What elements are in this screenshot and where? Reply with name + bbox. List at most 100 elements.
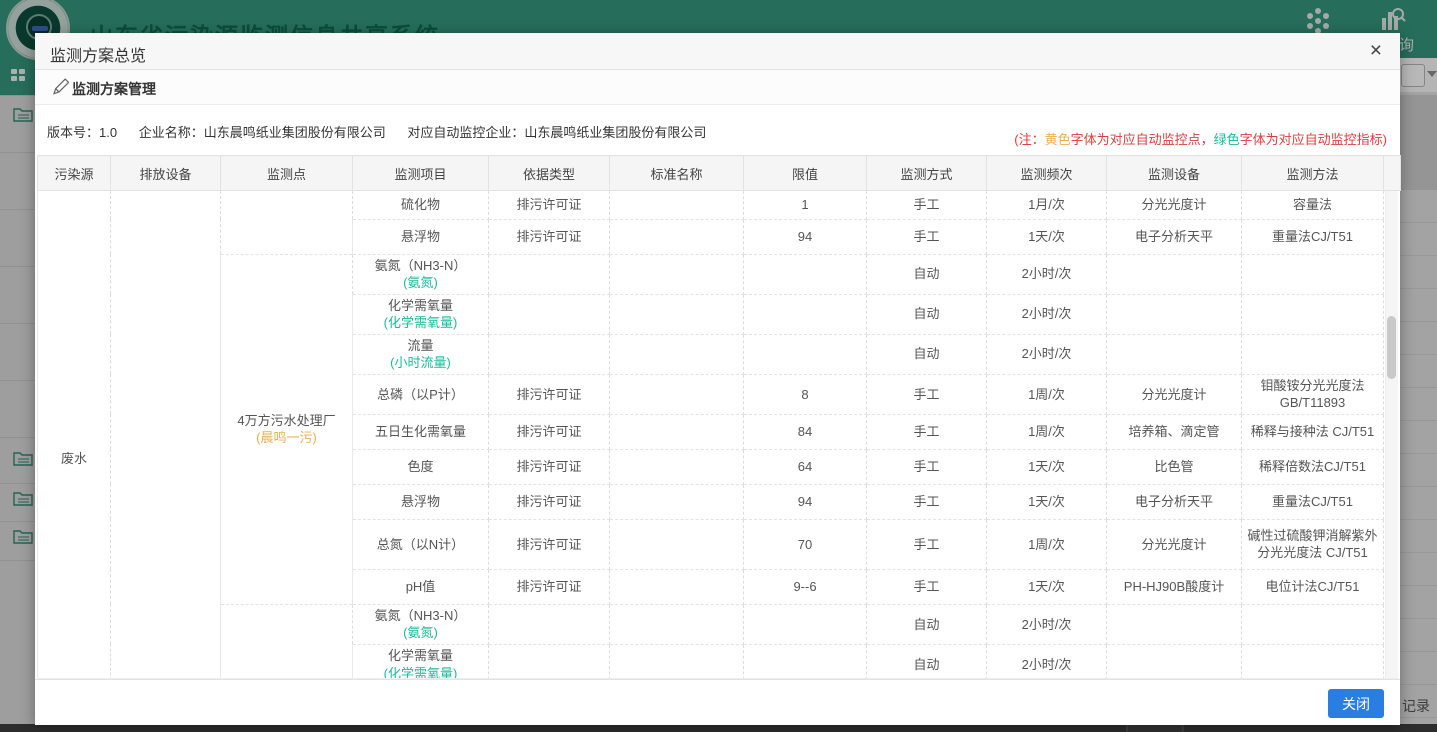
cell-method: 钼酸铵分光光度法 GB/T11893 bbox=[1242, 374, 1384, 414]
cell-item: 悬浮物 bbox=[353, 484, 489, 519]
monitor-point-alias: (晨鸣一污) bbox=[225, 429, 348, 447]
cell-device bbox=[1107, 334, 1242, 374]
cell-item: 化学需氧量(化学需氧量) bbox=[353, 644, 489, 679]
cell-method: 碱性过硫酸钾消解紫外分光光度法 CJ/T51 bbox=[1242, 519, 1384, 569]
table-row: 废水 硫化物 排污许可证 1 手工 1月/次 分光光度计 容量法 bbox=[38, 191, 1384, 219]
col-header: 排放设备 bbox=[111, 156, 221, 191]
cell-limit: 9--6 bbox=[744, 569, 867, 604]
cell-monitor-point: 4万方污水处理厂 (晨鸣一污) bbox=[221, 254, 353, 604]
cell-method bbox=[1242, 604, 1384, 644]
cell-freq: 1天/次 bbox=[987, 484, 1107, 519]
item-auto-alias: (化学需氧量) bbox=[357, 665, 484, 679]
cell-mode: 手工 bbox=[867, 374, 987, 414]
col-header: 监测项目 bbox=[353, 156, 489, 191]
cell-basis bbox=[489, 334, 610, 374]
cell-basis bbox=[489, 644, 610, 679]
company-value: 山东晨鸣纸业集团股份有限公司 bbox=[204, 125, 386, 140]
cell-freq: 2小时/次 bbox=[987, 254, 1107, 294]
cell-limit bbox=[744, 294, 867, 334]
cell-device: 分光光度计 bbox=[1107, 374, 1242, 414]
cell-method: 重量法CJ/T51 bbox=[1242, 484, 1384, 519]
cell-pollution-source: 废水 bbox=[38, 191, 111, 679]
cell-basis: 排污许可证 bbox=[489, 484, 610, 519]
col-header: 监测设备 bbox=[1107, 156, 1242, 191]
table-scrollbar-thumb[interactable] bbox=[1387, 316, 1396, 379]
close-icon[interactable]: × bbox=[1370, 40, 1382, 62]
cell-device: 分光光度计 bbox=[1107, 519, 1242, 569]
cell-limit: 70 bbox=[744, 519, 867, 569]
cell-mode: 手工 bbox=[867, 219, 987, 254]
cell-method bbox=[1242, 254, 1384, 294]
cell-freq: 2小时/次 bbox=[987, 604, 1107, 644]
modal-title-bar: 监测方案总览 × bbox=[35, 33, 1400, 70]
item-auto-alias: (化学需氧量) bbox=[357, 314, 484, 332]
cell-standard bbox=[610, 604, 744, 644]
cell-mode: 手工 bbox=[867, 449, 987, 484]
cell-standard bbox=[610, 449, 744, 484]
cell-item: 流量(小时流量) bbox=[353, 334, 489, 374]
cell-device bbox=[1107, 604, 1242, 644]
cell-standard bbox=[610, 519, 744, 569]
cell-device: 比色管 bbox=[1107, 449, 1242, 484]
cell-basis bbox=[489, 604, 610, 644]
cell-standard bbox=[610, 219, 744, 254]
cell-standard bbox=[610, 484, 744, 519]
cell-basis: 排污许可证 bbox=[489, 374, 610, 414]
green-word: 绿色 bbox=[1214, 132, 1240, 147]
cell-freq: 1周/次 bbox=[987, 414, 1107, 449]
cell-method: 稀释倍数法CJ/T51 bbox=[1242, 449, 1384, 484]
auto-company-label: 对应自动监控企业： bbox=[407, 125, 524, 140]
modal-title: 监测方案总览 bbox=[50, 42, 146, 66]
col-header: 监测方式 bbox=[867, 156, 987, 191]
cell-basis: 排污许可证 bbox=[489, 449, 610, 484]
plan-meta-info: 版本号：1.0 企业名称：山东晨鸣纸业集团股份有限公司 对应自动监控企业：山东晨… bbox=[47, 122, 706, 141]
cell-limit bbox=[744, 604, 867, 644]
col-header: 限值 bbox=[744, 156, 867, 191]
cell-mode: 自动 bbox=[867, 334, 987, 374]
table-body-viewport: 废水 硫化物 排污许可证 1 手工 1月/次 分光光度计 容量法 悬浮物 bbox=[37, 191, 1398, 679]
cell-basis bbox=[489, 254, 610, 294]
cell-limit bbox=[744, 254, 867, 294]
cell-limit: 64 bbox=[744, 449, 867, 484]
close-button[interactable]: 关闭 bbox=[1328, 689, 1384, 718]
col-header: 监测点 bbox=[221, 156, 353, 191]
cell-limit: 94 bbox=[744, 219, 867, 254]
item-auto-alias: (小时流量) bbox=[357, 354, 484, 372]
cell-standard bbox=[610, 294, 744, 334]
cell-freq: 1天/次 bbox=[987, 449, 1107, 484]
table-row: 4万方污水处理厂 (晨鸣一污) 氨氮（NH3-N）(氨氮) 自动 2小时/次 bbox=[38, 254, 1384, 294]
cell-item: 色度 bbox=[353, 449, 489, 484]
pen-icon bbox=[49, 77, 69, 102]
cell-item: 总磷（以P计） bbox=[353, 374, 489, 414]
cell-method: 电位计法CJ/T51 bbox=[1242, 569, 1384, 604]
monitoring-table: 污染源 排放设备 监测点 监测项目 依据类型 标准名称 限值 监测方式 监测频次… bbox=[37, 155, 1398, 679]
cell-mode: 手工 bbox=[867, 191, 987, 219]
modal-footer: 关闭 bbox=[35, 679, 1400, 725]
cell-method bbox=[1242, 334, 1384, 374]
cell-standard bbox=[610, 414, 744, 449]
cell-item: 悬浮物 bbox=[353, 219, 489, 254]
monitoring-plan-modal: 监测方案总览 × 监测方案管理 版本号：1.0 企业名称：山东晨鸣纸业集团股份有… bbox=[35, 33, 1400, 725]
cell-method bbox=[1242, 294, 1384, 334]
cell-basis: 排污许可证 bbox=[489, 569, 610, 604]
cell-method bbox=[1242, 644, 1384, 679]
version-label: 版本号： bbox=[47, 125, 99, 140]
cell-standard bbox=[610, 644, 744, 679]
col-header: 标准名称 bbox=[610, 156, 744, 191]
cell-item: pH值 bbox=[353, 569, 489, 604]
section-header: 监测方案管理 bbox=[35, 70, 1400, 105]
table-header-row: 污染源 排放设备 监测点 监测项目 依据类型 标准名称 限值 监测方式 监测频次… bbox=[38, 156, 1401, 191]
cell-device bbox=[1107, 294, 1242, 334]
cell-mode: 手工 bbox=[867, 484, 987, 519]
cell-device: 电子分析天平 bbox=[1107, 484, 1242, 519]
auto-company-value: 山东晨鸣纸业集团股份有限公司 bbox=[524, 125, 706, 140]
cell-limit bbox=[744, 644, 867, 679]
cell-item: 硫化物 bbox=[353, 191, 489, 219]
cell-mode: 手工 bbox=[867, 519, 987, 569]
table-scrollbar-track[interactable] bbox=[1385, 191, 1398, 679]
table-header: 污染源 排放设备 监测点 监测项目 依据类型 标准名称 限值 监测方式 监测频次… bbox=[37, 155, 1401, 191]
cell-mode: 自动 bbox=[867, 604, 987, 644]
cell-mode: 自动 bbox=[867, 254, 987, 294]
cell-standard bbox=[610, 334, 744, 374]
cell-freq: 2小时/次 bbox=[987, 644, 1107, 679]
